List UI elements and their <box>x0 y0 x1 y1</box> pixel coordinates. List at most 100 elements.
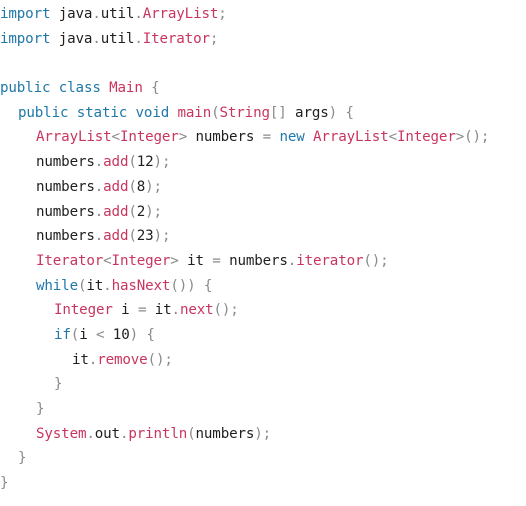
code-line: public static void main(String[] args) { <box>0 101 526 126</box>
code-line: ArrayList<Integer> numbers = new ArrayLi… <box>0 125 526 150</box>
code-line: if(i < 10) { <box>0 323 526 348</box>
code-token: ()) { <box>170 277 213 294</box>
code-token: ); <box>254 425 272 442</box>
code-token: . <box>92 30 101 47</box>
code-token: numbers <box>187 129 263 146</box>
code-token: < <box>388 129 398 146</box>
code-token: ); <box>153 154 171 171</box>
code-token: Integer <box>119 129 179 146</box>
code-token: } <box>54 376 63 393</box>
code-token: while <box>36 277 78 294</box>
code-token: i <box>112 302 138 319</box>
code-token: util <box>100 6 135 22</box>
code-token: out <box>94 425 120 442</box>
code-token: . <box>94 203 104 220</box>
code-token: ); <box>145 178 162 195</box>
code-line: import java.util.Iterator; <box>0 27 526 52</box>
code-token: [] <box>269 104 287 121</box>
code-token: ( <box>187 425 196 442</box>
code-token: Iterator <box>36 252 104 269</box>
code-token: ( <box>128 228 137 245</box>
code-token: (); <box>213 302 239 319</box>
code-token: 2 <box>136 203 146 220</box>
code-token: = <box>262 129 272 146</box>
code-token: Iterator <box>142 30 210 47</box>
code-token: java <box>50 6 93 22</box>
code-token: java <box>50 30 93 47</box>
code-token: ) { <box>328 104 354 121</box>
code-listing: import java.util.ArrayList; import java.u… <box>0 2 526 496</box>
code-line: numbers.add(12); <box>0 150 526 175</box>
code-token: . <box>171 302 181 319</box>
code-token: public <box>0 80 51 97</box>
code-token: iterator <box>296 252 364 269</box>
code-line: } <box>0 372 526 397</box>
code-line: numbers.add(23); <box>0 224 526 249</box>
code-line: } <box>0 446 526 471</box>
code-token: ArrayList <box>142 6 219 22</box>
code-token: remove <box>97 351 148 368</box>
code-token: } <box>0 475 9 492</box>
code-token: ); <box>145 203 162 220</box>
code-token: args <box>286 104 329 121</box>
code-token: add <box>103 178 129 195</box>
code-token: 10 <box>104 326 130 343</box>
code-token: } <box>36 401 45 417</box>
code-token: class <box>58 80 101 97</box>
code-token: > <box>170 252 179 269</box>
code-token: >(); <box>455 129 490 146</box>
code-token: . <box>92 6 101 22</box>
code-line: } <box>0 397 526 422</box>
code-line: System.out.println(numbers); <box>0 422 526 447</box>
code-token: ( <box>70 326 80 343</box>
code-token: static <box>76 104 128 121</box>
code-token: add <box>103 154 129 171</box>
code-token: ( <box>211 104 220 121</box>
code-token: i <box>79 326 96 343</box>
code-token: new <box>279 129 305 146</box>
code-line: it.remove(); <box>0 348 526 373</box>
code-token: . <box>86 425 95 442</box>
code-token: ( <box>128 203 137 220</box>
code-token: hasNext <box>111 277 171 294</box>
code-token: main <box>177 104 212 121</box>
code-token: (); <box>363 252 389 269</box>
code-token: import <box>0 30 51 47</box>
code-token: Main <box>109 80 143 97</box>
code-token: add <box>103 228 129 245</box>
code-token: . <box>88 351 98 368</box>
code-token: next <box>179 302 214 319</box>
code-token: } <box>18 450 27 467</box>
code-token: String <box>219 104 271 121</box>
code-token: . <box>94 178 104 195</box>
code-token: { <box>142 80 160 97</box>
code-token: ) { <box>129 326 155 343</box>
code-token: util <box>100 30 135 47</box>
code-token: 23 <box>136 228 154 245</box>
code-token: . <box>134 30 143 47</box>
code-token: ( <box>128 154 137 171</box>
code-token: Integer <box>111 252 171 269</box>
code-token: ); <box>153 228 171 245</box>
code-token: numbers <box>36 203 95 220</box>
code-token: if <box>54 326 71 343</box>
code-token: . <box>94 154 104 171</box>
code-token: ; <box>209 30 219 47</box>
code-line: import java.util.ArrayList; <box>0 2 526 27</box>
code-token: it <box>86 277 104 294</box>
code-line: public class Main { <box>0 76 526 101</box>
code-token: < <box>103 252 112 269</box>
code-token: Integer <box>396 129 456 146</box>
code-token: it <box>146 302 172 319</box>
code-token: ( <box>128 178 137 195</box>
code-token: Integer <box>54 302 113 319</box>
code-token: ArrayList <box>313 129 389 146</box>
code-token: numbers <box>195 425 255 442</box>
code-token: System <box>36 425 87 442</box>
